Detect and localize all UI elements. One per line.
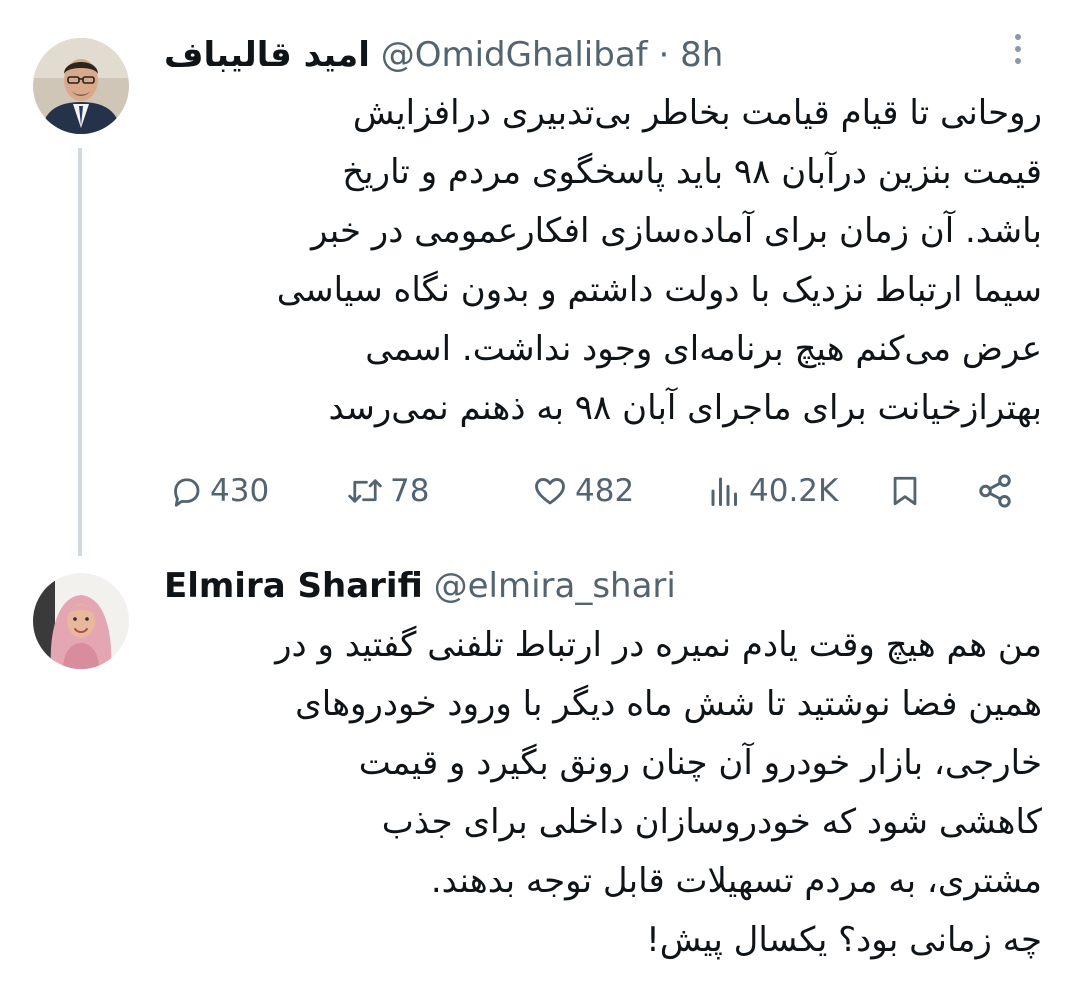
tweet-text: روحانی تا قیام قیامت بخاطر بی‌تدبیری درا…	[150, 84, 1042, 438]
like-button[interactable]: 482	[531, 463, 634, 519]
more-icon[interactable]	[1012, 34, 1024, 74]
reply-button[interactable]: 430	[168, 463, 269, 519]
avatar-omid[interactable]	[33, 38, 129, 134]
display-name[interactable]: Elmira Sharifi	[164, 566, 423, 606]
tweet-header: امید قالیباف @OmidGhalibaf · 8h	[164, 33, 723, 77]
tweet-omid[interactable]: امید قالیباف @OmidGhalibaf · 8h روحانی ت…	[0, 0, 1074, 556]
separator: ·	[658, 35, 670, 75]
share-icon	[976, 472, 1014, 510]
tweet-text-line: خارجی، بازار خودرو آن چنان رونق بگیرد و …	[358, 743, 1042, 783]
avatar-elmira[interactable]	[33, 573, 129, 669]
tweet-text-line: همین فضا نوشتید تا شش ماه دیگر با ورود خ…	[295, 684, 1042, 724]
tweet-text-line: قیمت بنزین درآبان ۹۸ باید پاسخگوی مردم و…	[342, 152, 1042, 192]
share-button[interactable]	[976, 463, 1014, 519]
views-button[interactable]: 40.2K	[707, 463, 838, 519]
action-bar: 430 78 482 40.2K	[0, 463, 1074, 519]
timestamp[interactable]: 8h	[680, 35, 723, 75]
tweet-text-line: روحانی تا قیام قیامت بخاطر بی‌تدبیری درا…	[352, 93, 1042, 133]
display-name[interactable]: امید قالیباف	[164, 35, 370, 75]
like-count: 482	[575, 473, 635, 509]
reply-count: 430	[210, 473, 270, 509]
tweet-text-line: کاهشی شود که خودروسازان داخلی برای جذب	[381, 802, 1042, 842]
bookmark-button[interactable]	[888, 463, 922, 519]
tweet-text-line: بهترازخیانت برای ماجرای آبان ۹۸ به ذهنم …	[328, 388, 1043, 428]
tweet-text-line: باشد. آن زمان برای آماده‌سازی افکارعمومی…	[310, 211, 1042, 251]
retweet-button[interactable]: 78	[346, 463, 429, 519]
tweet-text-line: سیما ارتباط نزدیک با دولت داشتم و بدون ن…	[276, 270, 1042, 310]
handle[interactable]: @OmidGhalibaf	[381, 35, 648, 75]
like-icon	[531, 473, 569, 509]
handle[interactable]: @elmira_shari	[434, 566, 676, 606]
tweet-text-line: عرض می‌کنم هیچ برنامه‌ای وجود نداشت. اسم…	[365, 329, 1042, 369]
views-count: 40.2K	[749, 473, 839, 509]
retweet-count: 78	[390, 473, 430, 509]
tweet-header: Elmira Sharifi @elmira_shari	[164, 564, 676, 608]
bookmark-icon	[888, 473, 922, 509]
reply-icon	[168, 473, 204, 509]
retweet-icon	[346, 473, 384, 509]
tweet-text-line: من هم هیچ وقت یادم نمیره در ارتباط تلفنی…	[275, 625, 1042, 665]
views-icon	[707, 473, 743, 509]
tweet-text: من هم هیچ وقت یادم نمیره در ارتباط تلفنی…	[150, 616, 1042, 970]
tweet-elmira[interactable]: Elmira Sharifi @elmira_shari من هم هیچ و…	[0, 530, 1074, 991]
tweet-text-line: مشتری، به مردم تسهیلات قابل توجه بدهند.	[430, 861, 1042, 901]
tweet-text-line: چه زمانی بود؟ یکسال پیش!	[646, 920, 1042, 960]
